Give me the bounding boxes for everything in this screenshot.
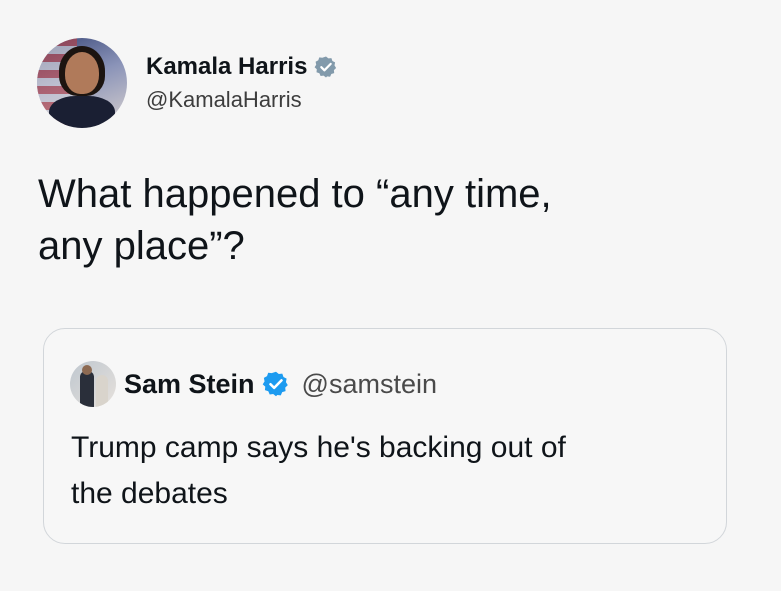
author-name-row: Kamala Harris [146, 52, 338, 82]
quoted-tweet-text: Trump camp says he's backing out of the … [71, 425, 711, 517]
avatar-person-dark [80, 371, 94, 407]
verified-badge-icon [262, 370, 290, 398]
quoted-tweet-text-line: the debates [71, 477, 228, 510]
quoted-author-handle[interactable]: @samstein [302, 369, 437, 400]
author-avatar[interactable] [37, 38, 127, 128]
avatar-body [49, 96, 115, 128]
quoted-tweet-author[interactable]: Sam Stein @samstein [70, 361, 437, 407]
avatar-face [65, 52, 99, 94]
tweet-text-line: any place”? [38, 224, 245, 268]
quoted-tweet-card[interactable]: Sam Stein @samstein Trump camp says he's… [43, 328, 727, 544]
quoted-author-avatar[interactable] [70, 361, 116, 407]
verified-badge-icon [314, 55, 338, 79]
tweet-text-line: What happened to “any time, [38, 172, 552, 216]
quoted-tweet-text-line: Trump camp says he's backing out of [71, 431, 566, 464]
author-handle[interactable]: @KamalaHarris [146, 85, 338, 115]
avatar-person-light [96, 375, 108, 407]
tweet-author[interactable]: Kamala Harris @KamalaHarris [37, 38, 338, 128]
quoted-author-display-name[interactable]: Sam Stein [124, 369, 255, 400]
author-names: Kamala Harris @KamalaHarris [146, 52, 338, 115]
tweet-text: What happened to “any time, any place”? [38, 168, 738, 272]
tweet-card: Kamala Harris @KamalaHarris What happene… [0, 0, 781, 591]
author-display-name[interactable]: Kamala Harris [146, 52, 307, 82]
avatar-head [82, 365, 92, 375]
